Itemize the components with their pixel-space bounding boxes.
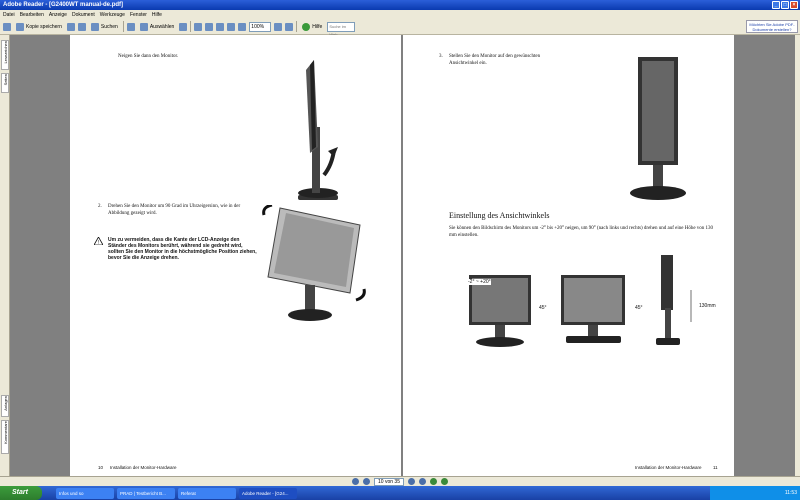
search-button[interactable]: Suchen xyxy=(89,21,120,32)
taskbar-item-referat[interactable]: Referat xyxy=(178,487,236,499)
start-button[interactable]: Start xyxy=(0,486,42,500)
svg-text:!: ! xyxy=(98,240,99,245)
create-pdf-promo[interactable]: Möchten Sie Adobe PDF-Dokumente erstelle… xyxy=(746,20,798,33)
height-label: 130mm xyxy=(699,303,716,309)
page-number-input[interactable]: 10 von 35 xyxy=(374,477,404,486)
save-copy-button[interactable]: Kopie speichern xyxy=(14,21,64,32)
monitor-portrait-illustration xyxy=(630,57,686,200)
system-tray: 11:53 xyxy=(710,486,800,500)
monitor-rotate-illustration xyxy=(262,205,366,321)
tab-attachments[interactable]: Anlagen xyxy=(1,395,9,417)
page-number-right: 11 xyxy=(713,465,718,470)
monitor-tilt-illustration xyxy=(298,60,338,200)
menu-hilfe[interactable]: Hilfe xyxy=(152,12,162,18)
footer-text-left: Installation der Monitor-Hardware xyxy=(110,465,177,470)
open-icon[interactable] xyxy=(3,22,11,31)
first-page-icon[interactable] xyxy=(352,478,359,485)
toolbar: Kopie speichern Suchen Auswählen 100% Hi… xyxy=(0,19,800,37)
hand-tool-icon[interactable] xyxy=(126,22,135,31)
swivel-left-label: 45° xyxy=(539,305,547,311)
menu-datei[interactable]: Datei xyxy=(3,12,15,18)
swivel-right-label: 45° xyxy=(635,305,643,311)
rotation-warning: Um zu vermeiden, dass die Kante der LCD-… xyxy=(108,237,257,261)
maximize-button[interactable]: □ xyxy=(781,1,789,9)
section-heading: Einstellung des Ansichtwinkels xyxy=(449,211,550,220)
minimize-button[interactable]: _ xyxy=(772,1,780,9)
page-10: Neigen Sie dann den Monitor. 2. Drehen S… xyxy=(70,35,401,476)
go-forward-icon[interactable] xyxy=(441,478,448,485)
zoom-in-plus-icon[interactable] xyxy=(274,22,283,31)
tilt-angle-label: -2° ~ +20° xyxy=(468,279,491,285)
fit-width-icon[interactable] xyxy=(227,22,236,31)
tab-comments[interactable]: Kommentare xyxy=(1,420,9,454)
taskbar: Start Infos und so PRAD | Testbericht B.… xyxy=(0,486,800,500)
step-2-number: 2. xyxy=(98,204,102,209)
menu-fenster[interactable]: Fenster xyxy=(130,12,147,18)
page-number-left: 10 xyxy=(98,465,104,470)
page-11: 3. Stellen Sie den Monitor auf den gewün… xyxy=(403,35,734,476)
side-panel: Lesezeichen Seiten Anlagen Kommentare xyxy=(0,35,10,485)
menu-bearbeiten[interactable]: Bearbeiten xyxy=(20,12,44,18)
step-3-number: 3. xyxy=(439,54,443,59)
window-title-bar: Adobe Reader - [G2400WT manual-de.pdf] _… xyxy=(0,0,800,10)
taskbar-item-adobe-reader[interactable]: Adobe Reader - [G24... xyxy=(239,487,297,499)
step-1-text: Neigen Sie dann den Monitor. xyxy=(118,54,179,59)
step-2-text: Drehen Sie den Monitor um 90 Grad im Uhr… xyxy=(108,204,241,216)
zoom-in-icon[interactable] xyxy=(194,22,203,31)
taskbar-item-prad[interactable]: PRAD | Testbericht B... xyxy=(117,487,175,499)
help-button[interactable]: Hilfe xyxy=(300,21,324,32)
search-icon xyxy=(90,22,99,31)
select-text-icon xyxy=(139,22,148,31)
menu-dokument[interactable]: Dokument xyxy=(72,12,95,18)
step-3-text: Stellen Sie den Monitor auf den gewünsch… xyxy=(449,54,541,66)
menu-werkzeuge[interactable]: Werkzeuge xyxy=(100,12,125,18)
warning-icon: ! xyxy=(94,237,103,245)
tab-pages[interactable]: Seiten xyxy=(1,73,9,93)
zoom-out-icon[interactable] xyxy=(238,22,247,31)
help-icon xyxy=(302,22,311,31)
footer-text-right: Installation der Monitor-Hardware xyxy=(635,465,702,470)
fit-page-icon[interactable] xyxy=(216,22,225,31)
email-icon[interactable] xyxy=(77,22,86,31)
save-icon xyxy=(16,22,24,31)
rotate-icon[interactable] xyxy=(285,22,294,31)
window-title: Adobe Reader - [G2400WT manual-de.pdf] xyxy=(3,2,124,8)
last-page-icon[interactable] xyxy=(419,478,426,485)
actual-size-icon[interactable] xyxy=(205,22,214,31)
next-page-icon[interactable] xyxy=(408,478,415,485)
monitor-adjustments-illustration xyxy=(469,255,692,347)
page-navigation-bar: 10 von 35 xyxy=(0,476,800,486)
zoom-input[interactable]: 100% xyxy=(249,21,272,32)
print-icon[interactable] xyxy=(66,22,75,31)
clock: 11:53 xyxy=(784,490,797,496)
tab-bookmarks[interactable]: Lesezeichen xyxy=(1,40,9,70)
document-area[interactable]: Neigen Sie dann den Monitor. 2. Drehen S… xyxy=(10,35,800,476)
vertical-scrollbar[interactable] xyxy=(795,35,800,476)
taskbar-item-infos[interactable]: Infos und so xyxy=(56,487,114,499)
section-body: Sie können den Bildschirm des Monitors u… xyxy=(449,226,714,238)
snapshot-icon[interactable] xyxy=(179,22,188,31)
go-back-icon[interactable] xyxy=(430,478,437,485)
menu-anzeige[interactable]: Anzeige xyxy=(49,12,67,18)
search-web-input[interactable]: Suche im Web xyxy=(327,21,356,37)
menu-bar: Datei Bearbeiten Anzeige Dokument Werkze… xyxy=(0,10,800,19)
previous-page-icon[interactable] xyxy=(363,478,370,485)
close-button[interactable]: × xyxy=(790,1,798,9)
select-button[interactable]: Auswählen xyxy=(138,21,176,32)
